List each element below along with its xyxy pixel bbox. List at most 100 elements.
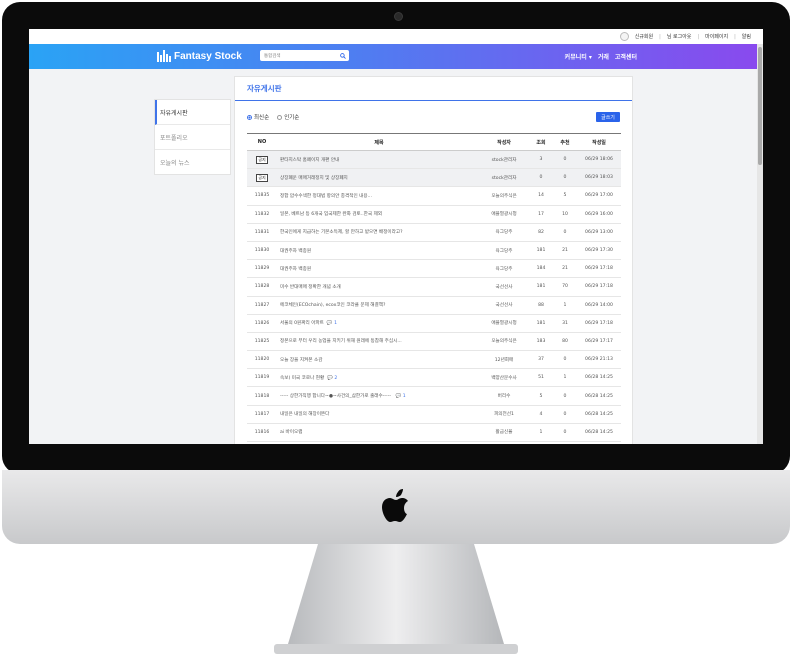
cell-no: 11826	[247, 314, 277, 333]
cell-title[interactable]: 정본으로 부터 우리 농업을 지키기 위해 원래에 동참해 주십시...	[277, 332, 479, 352]
cell-title[interactable]: 판타지스탁 홈페이지 개편 안내	[277, 150, 479, 170]
table-row[interactable]: 11827 에코체인(ECOchain), ecox코인 코라클 문제 해결책? 국…	[247, 296, 621, 315]
post-title-link[interactable]: 에코체인(ECOchain), ecox코인 코라클 문제 해결책?	[280, 303, 385, 308]
search-placeholder: 통합검색	[264, 53, 281, 59]
cell-date: 06/29 18:06	[577, 150, 621, 170]
topbar-link-logout[interactable]: 님 로그아웃	[667, 33, 692, 40]
cell-no: 11825	[247, 332, 277, 352]
cell-author: 백양산문수사	[479, 368, 529, 388]
post-title-link[interactable]: 판타지스탁 홈페이지 개편 안내	[280, 158, 339, 163]
post-title-link[interactable]: 정합 압수수색한 정대법 항의안 충격적인 내용...	[280, 194, 372, 199]
topbar-link-notifications[interactable]: 알림	[742, 33, 751, 40]
sort-popular-radio[interactable]: 인기순	[277, 113, 299, 121]
post-title-link[interactable]: 속보) 미국 코로나 현황	[280, 376, 324, 381]
post-title-link[interactable]: 정본으로 부터 우리 농업을 지키기 위해 원래에 동참해 주십시...	[280, 339, 402, 344]
cell-title[interactable]: 한국인에게 지급하는 기본소득제, 할 만하고 받으면 배정이라고?	[277, 223, 479, 242]
post-title-link[interactable]: ai 바이오랩	[280, 430, 302, 435]
cell-title[interactable]: 내일은 내일의 해장이뜬다	[277, 405, 479, 424]
cell-recommend: 80	[553, 332, 577, 352]
cell-views: 4	[529, 405, 553, 424]
post-title-link[interactable]: 대권주자 백종원	[280, 249, 311, 254]
scrollbar-thumb[interactable]	[758, 47, 762, 165]
cell-date: 06/29 13:00	[577, 223, 621, 242]
cell-author: stock관리자	[479, 168, 529, 188]
table-row[interactable]: 11828 미수 반대매매 정확한 개념 소개 국선선사 181 70 06/29 17:…	[247, 277, 621, 297]
cell-title[interactable]: ----- 상한가직행 합니다~●~사건의_삼한가로 출래수----- 💬 1	[277, 386, 479, 406]
cell-recommend: 1	[553, 296, 577, 315]
cell-title[interactable]: 미수 반대매매 정확한 개념 소개	[277, 277, 479, 297]
cell-recommend: 0	[553, 350, 577, 370]
cell-author: 육그당주	[479, 223, 529, 242]
cell-title[interactable]: ai 바이오랩	[277, 423, 479, 443]
post-table: NO 제목 작성자 조회 추천 작성일 공지 판타지스탁 홈페이지 개편 안내 st…	[247, 133, 621, 444]
notice-badge: 공지	[256, 173, 268, 182]
cell-title[interactable]: 속보) 미국 코로나 현황 💬 2	[277, 368, 479, 388]
sort-latest-radio[interactable]: 최신순	[247, 113, 269, 121]
post-rows: 공지 판타지스탁 홈페이지 개편 안내 stock관리자 3 0 06/29 18:06 공…	[247, 150, 621, 444]
cell-author: 오늘의주식은	[479, 332, 529, 352]
cell-no: 11816	[247, 423, 277, 443]
search-icon[interactable]	[340, 52, 346, 59]
post-title-link[interactable]: ----- 상한가직행 합니다~●~사건의_삼한가로 출래수-----	[280, 394, 393, 399]
table-row[interactable]: 공지 상장폐운 매매거래정지 및 상장폐지 stock관리자 0 0 06/29 18:0…	[247, 168, 621, 188]
post-title-link[interactable]: 일본, 베트남 등 6개국 입국제한 완화 검토..한국 제외	[280, 212, 382, 217]
cell-title[interactable]: 대권주자 백종원	[277, 259, 479, 279]
topbar-link-signup[interactable]: 신규회원	[635, 33, 653, 40]
search-input[interactable]: 통합검색	[260, 50, 349, 61]
cell-title[interactable]: 오늘 장을 지켜본 소감	[277, 350, 479, 370]
cell-author: 애플열광시청	[479, 205, 529, 224]
sidebar: 자유게시판 포트폴리오 오늘의 뉴스	[154, 99, 231, 175]
post-title-link[interactable]: 서울의 0원짜리 아파트	[280, 321, 324, 326]
table-row[interactable]: 11835 정합 압수수색한 정대법 항의안 충격적인 내용... 오늘의주식은 14…	[247, 186, 621, 206]
table-row[interactable]: 공지 판타지스탁 홈페이지 개편 안내 stock관리자 3 0 06/29 18:06	[247, 150, 621, 170]
cell-title[interactable]: 에코체인(ECOchain), ecox코인 코라클 문제 해결책?	[277, 296, 479, 315]
sidebar-item-free-board[interactable]: 자유게시판	[155, 100, 230, 125]
table-row[interactable]: 11815<<<긴급진찰>>> 오늘 미국장 예측--!!신선허름3006/28…	[247, 441, 621, 444]
column-header-recommend: 추천	[553, 133, 577, 151]
table-row[interactable]: 11819 속보) 미국 코로나 현황 💬 2 백양산문수사 51 1 06/28 14:2…	[247, 368, 621, 388]
nav-links: 커뮤니티 ▾ 거래 고객센터	[565, 52, 637, 61]
cell-title[interactable]: 서울의 0원짜리 아파트 💬 1	[277, 314, 479, 333]
post-title-link[interactable]: 오늘 장을 지켜본 소감	[280, 358, 322, 363]
post-title-link[interactable]: 대권주자 백종원	[280, 267, 311, 272]
cell-title[interactable]: 대권주자 백종원	[277, 241, 479, 261]
cell-no: 11835	[247, 186, 277, 206]
cell-no: 11831	[247, 223, 277, 242]
nav-link-trade[interactable]: 거래	[598, 52, 609, 61]
table-row[interactable]: 11816 ai 바이오랩 활금신율 1 0 06/28 14:25	[247, 423, 621, 443]
column-header-author: 작성자	[479, 133, 529, 151]
cell-title[interactable]: 일본, 베트남 등 6개국 입국제한 완화 검토..한국 제외	[277, 205, 479, 224]
cell-date: 06/28 14:25	[577, 441, 621, 444]
cell-title[interactable]: 상장폐운 매매거래정지 및 상장폐지	[277, 168, 479, 188]
cell-no: 11817	[247, 405, 277, 424]
topbar-link-mypage[interactable]: 마이페이지	[705, 33, 728, 40]
board-panel: 자유게시판 최신순 인기순 글쓰기 NO 제목 작성자 조회 추천 작성일 공지…	[234, 76, 633, 444]
sidebar-item-news[interactable]: 오늘의 뉴스	[155, 150, 230, 174]
cell-date: 06/28 14:25	[577, 405, 621, 424]
cell-views: 181	[529, 277, 553, 297]
table-row[interactable]: 11817 내일은 내일의 해장이뜬다 피의전선1 4 0 06/28 14:25	[247, 405, 621, 424]
table-row[interactable]: 11830 대권주자 백종원 육그당주 181 21 06/29 17:30	[247, 241, 621, 261]
table-row[interactable]: 11820 오늘 장을 지켜본 소감 12년회매 37 0 06/29 21:13	[247, 350, 621, 370]
table-row[interactable]: 11829 대권주자 백종원 육그당주 184 21 06/29 17:18	[247, 259, 621, 279]
cell-title[interactable]: <<<긴급진찰>>> 오늘 미국장 예측--!!	[277, 441, 479, 444]
table-row[interactable]: 11826 서울의 0원짜리 아파트 💬 1 애플열광시청 181 31 06/29 17:…	[247, 314, 621, 333]
cell-recommend: 0	[553, 386, 577, 406]
page-scrollbar[interactable]	[757, 44, 763, 444]
sidebar-item-portfolio[interactable]: 포트폴리오	[155, 125, 230, 150]
table-row[interactable]: 11832 일본, 베트남 등 6개국 입국제한 완화 검토..한국 제외 애플열광…	[247, 205, 621, 224]
notice-badge: 공지	[256, 155, 268, 164]
post-title-link[interactable]: 내일은 내일의 해장이뜬다	[280, 412, 329, 417]
nav-link-support[interactable]: 고객센터	[615, 52, 637, 61]
site-logo[interactable]: Fantasy Stock	[157, 50, 242, 62]
cell-views: 3	[529, 441, 553, 444]
write-post-button[interactable]: 글쓰기	[596, 112, 620, 122]
cell-title[interactable]: 정합 압수수색한 정대법 항의안 충격적인 내용...	[277, 186, 479, 206]
post-title-link[interactable]: 한국인에게 지급하는 기본소득제, 할 만하고 받으면 배정이라고?	[280, 230, 403, 235]
table-row[interactable]: 11831 한국인에게 지급하는 기본소득제, 할 만하고 받으면 배정이라고? 육…	[247, 223, 621, 242]
nav-link-community[interactable]: 커뮤니티 ▾	[565, 52, 592, 61]
table-row[interactable]: 11825 정본으로 부터 우리 농업을 지키기 위해 원래에 동참해 주십시..…	[247, 332, 621, 352]
post-title-link[interactable]: 상장폐운 매매거래정지 및 상장폐지	[280, 176, 348, 181]
table-row[interactable]: 11818 ----- 상한가직행 합니다~●~사건의_삼한가로 출래수-----…	[247, 386, 621, 406]
post-title-link[interactable]: 미수 반대매매 정확한 개념 소개	[280, 285, 341, 290]
